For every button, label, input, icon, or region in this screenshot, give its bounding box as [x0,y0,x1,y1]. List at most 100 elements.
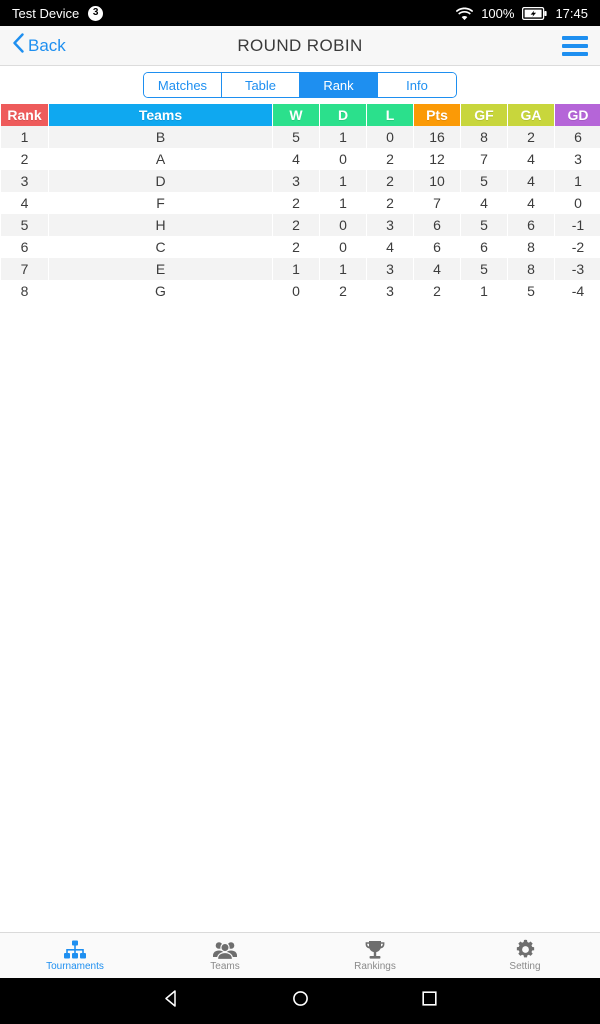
cell-w: 2 [273,214,319,236]
column-header-d[interactable]: D [320,104,366,126]
cell-pts: 6 [414,214,460,236]
cell-d: 1 [320,170,366,192]
column-header-w[interactable]: W [273,104,319,126]
hierarchy-icon [63,940,87,960]
status-bar-left: Test Device 3 [12,5,104,21]
column-header-gf[interactable]: GF [461,104,507,126]
cell-l: 2 [367,148,413,170]
clock-label: 17:45 [555,5,588,21]
cell-l: 2 [367,170,413,192]
cell-w: 0 [273,280,319,302]
tab-label-setting: Setting [509,961,541,972]
column-header-ga[interactable]: GA [508,104,554,126]
back-button[interactable]: Back [12,33,66,58]
cell-pts: 7 [414,192,460,214]
android-navigation-bar [0,978,600,1024]
cell-gf: 5 [461,258,507,280]
tab-tournaments[interactable]: Tournaments [0,933,150,978]
cell-gd: 0 [555,192,600,214]
cell-w: 5 [273,126,319,148]
android-recents-icon[interactable] [420,989,439,1013]
tab-setting[interactable]: Setting [450,933,600,978]
table-row[interactable]: 2 A 4 0 2 12 7 4 3 [1,148,600,170]
table-row[interactable]: 1 B 5 1 0 16 8 2 6 [1,126,600,148]
table-row[interactable]: 8 G 0 2 3 2 1 5 -4 [1,280,600,302]
segmented-control: Matches Table Rank Info [143,72,457,98]
cell-d: 1 [320,126,366,148]
column-header-pts[interactable]: Pts [414,104,460,126]
hamburger-bar [562,43,588,48]
cell-w: 3 [273,170,319,192]
cell-gd: -4 [555,280,600,302]
cell-w: 1 [273,258,319,280]
column-header-rank[interactable]: Rank [1,104,48,126]
cell-teams: D [49,170,272,192]
tab-rank[interactable]: Rank [300,73,378,97]
cell-gf: 4 [461,192,507,214]
cell-gd: 1 [555,170,600,192]
bottom-tab-bar: Tournaments Teams Rankings Setting [0,932,600,978]
table-row[interactable]: 5 H 2 0 3 6 5 6 -1 [1,214,600,236]
tab-info[interactable]: Info [378,73,456,97]
cell-gd: -2 [555,236,600,258]
status-bar-right: 100% 17:45 [456,6,588,21]
cell-ga: 8 [508,258,554,280]
cell-pts: 2 [414,280,460,302]
column-header-l[interactable]: L [367,104,413,126]
cell-w: 2 [273,236,319,258]
cell-ga: 8 [508,236,554,258]
cell-l: 2 [367,192,413,214]
page-title: ROUND ROBIN [237,35,363,55]
battery-percent-label: 100% [481,5,515,21]
cell-d: 0 [320,148,366,170]
table-row[interactable]: 7 E 1 1 3 4 5 8 -3 [1,258,600,280]
tab-teams[interactable]: Teams [150,933,300,978]
cell-gf: 8 [461,126,507,148]
cell-ga: 4 [508,148,554,170]
table-row[interactable]: 3 D 3 1 2 10 5 4 1 [1,170,600,192]
cell-ga: 4 [508,170,554,192]
cell-rank: 7 [1,258,48,280]
cell-d: 1 [320,192,366,214]
android-home-icon[interactable] [291,989,310,1013]
cell-rank: 2 [1,148,48,170]
android-back-icon[interactable] [162,989,181,1013]
cell-ga: 6 [508,214,554,236]
cell-rank: 4 [1,192,48,214]
column-header-teams[interactable]: Teams [49,104,272,126]
cell-pts: 12 [414,148,460,170]
cell-gf: 7 [461,148,507,170]
cell-rank: 6 [1,236,48,258]
cell-gd: 6 [555,126,600,148]
cell-w: 4 [273,148,319,170]
android-status-bar: Test Device 3 100% 17:45 [0,0,600,26]
cell-l: 3 [367,258,413,280]
tab-rankings[interactable]: Rankings [300,933,450,978]
trophy-icon [364,940,386,960]
notification-count-badge: 3 [88,5,104,21]
rank-table-container: Rank Teams W D L Pts GF GA GD 1 B 5 1 0 16 8 2 6… [0,104,600,932]
cell-rank: 1 [1,126,48,148]
cell-pts: 10 [414,170,460,192]
hamburger-menu-icon[interactable] [562,35,588,56]
cell-gf: 1 [461,280,507,302]
cell-ga: 5 [508,280,554,302]
hamburger-bar [562,35,588,40]
cell-w: 2 [273,192,319,214]
tab-table[interactable]: Table [222,73,300,97]
rank-table-body: 1 B 5 1 0 16 8 2 6 2 A 4 0 2 12 7 4 3 3 D 3 1 2 10 5 4 1 4 F 2 1 2 7 4 4 0 5… [1,126,600,302]
cell-d: 0 [320,236,366,258]
cell-teams: F [49,192,272,214]
cell-teams: G [49,280,272,302]
table-row[interactable]: 4F2127440 [1,192,600,214]
tab-label-teams: Teams [210,960,240,972]
cell-gf: 5 [461,170,507,192]
cell-d: 1 [320,258,366,280]
table-row[interactable]: 6 C 2 0 4 6 6 8 -2 [1,236,600,258]
tab-matches[interactable]: Matches [144,73,222,97]
app-navigation-bar: Back ROUND ROBIN [0,26,600,66]
segmented-control-container: Matches Table Rank Info [0,66,600,104]
cell-pts: 6 [414,236,460,258]
column-header-gd[interactable]: GD [555,104,600,126]
cell-rank: 8 [1,280,48,302]
